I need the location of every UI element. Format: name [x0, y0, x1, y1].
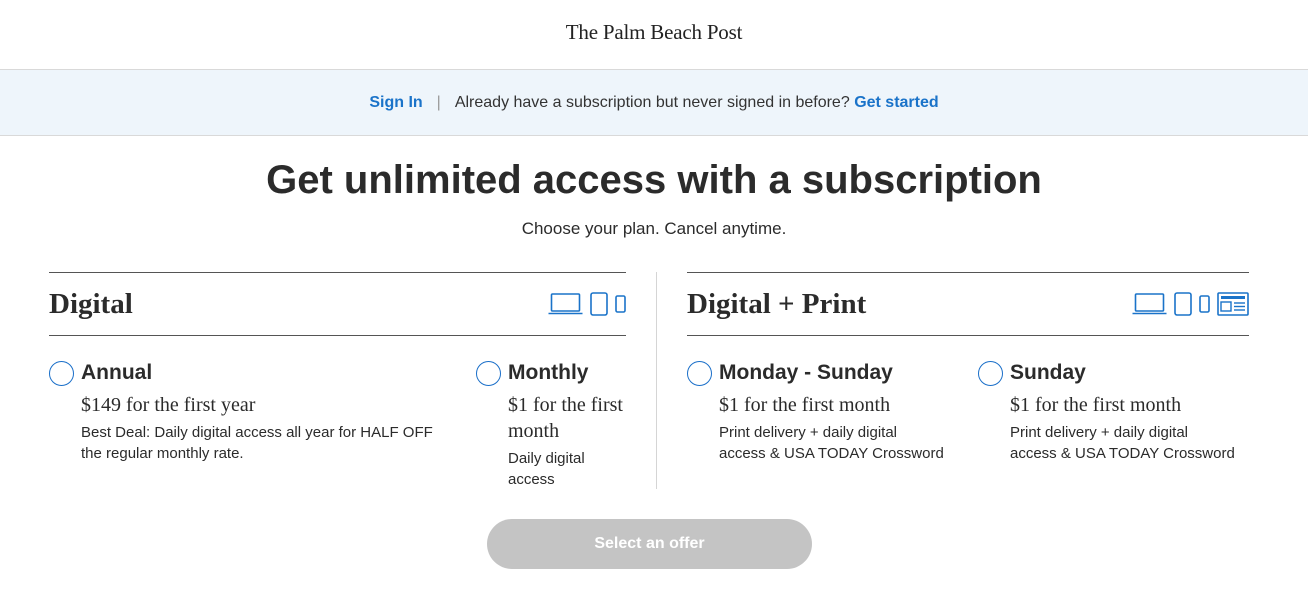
phone-icon	[615, 295, 626, 313]
sign-in-link[interactable]: Sign In	[369, 94, 422, 112]
plan-description: Print delivery + daily digital access & …	[1010, 424, 1235, 462]
monthly-radio[interactable]	[476, 361, 501, 386]
plan-price: $149 for the first year	[81, 394, 256, 416]
tablet-icon	[1174, 292, 1192, 316]
get-started-link[interactable]: Get started	[854, 94, 938, 112]
sunday-radio[interactable]	[978, 361, 1003, 386]
masthead: The Palm Beach Post	[0, 0, 1308, 70]
separator: |	[436, 93, 441, 111]
plan-description: Daily digital access	[508, 450, 585, 488]
signin-bar: Sign In | Already have a subscription bu…	[0, 70, 1308, 136]
monday-sunday-radio[interactable]	[687, 361, 712, 386]
select-offer-button[interactable]: Select an offer	[487, 519, 812, 569]
laptop-icon	[1132, 293, 1167, 315]
plan-name: Monthly	[508, 361, 589, 384]
panel-divider	[656, 272, 657, 489]
plan-name: Annual	[81, 361, 153, 384]
plan-description: Best Deal: Daily digital access all year…	[81, 424, 433, 462]
digital-panel-title: Digital	[49, 287, 133, 320]
digital-print-plans-panel: Digital + Print	[687, 272, 1249, 336]
plan-price: $1 for the first month	[1010, 394, 1182, 416]
annual-radio[interactable]	[49, 361, 74, 386]
page-title: Get unlimited access with a subscription	[266, 158, 1042, 202]
plan-name: Monday - Sunday	[719, 361, 893, 384]
plan-name: Sunday	[1010, 361, 1086, 384]
laptop-icon	[548, 293, 583, 315]
digital-device-icons	[548, 292, 626, 316]
plan-price: $1 for the first month	[508, 394, 623, 442]
site-logo[interactable]: The Palm Beach Post	[566, 20, 743, 49]
plan-description: Print delivery + daily digital access & …	[719, 424, 944, 462]
digital-print-panel-title: Digital + Print	[687, 287, 867, 320]
digital-plans-panel: Digital	[49, 272, 626, 336]
page-subtitle: Choose your plan. Cancel anytime.	[521, 219, 787, 238]
newspaper-icon	[1217, 292, 1249, 316]
digital-print-device-icons	[1132, 292, 1249, 316]
digital-panel-header: Digital	[49, 273, 626, 336]
tablet-icon	[590, 292, 608, 316]
phone-icon	[1199, 295, 1210, 313]
plan-price: $1 for the first month	[719, 394, 891, 416]
signin-prompt-text: Already have a subscription but never si…	[454, 93, 850, 111]
digital-print-panel-header: Digital + Print	[687, 273, 1249, 336]
